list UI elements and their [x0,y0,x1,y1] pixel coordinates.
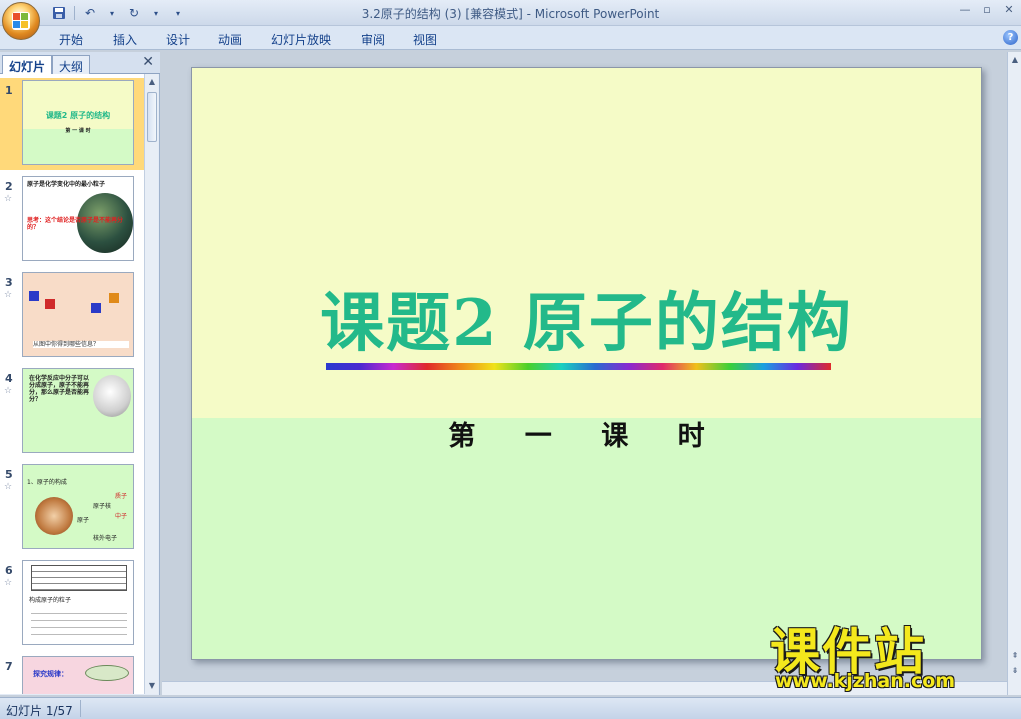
slide-thumbnail-4[interactable]: 4 ☆ 在化学反应中分子可以分成原子，原子不能再分，那么原子是否能再分？ [0,366,144,458]
slide-thumbnail-5[interactable]: 5 ☆ 1、原子的构成 原子 原子核 质子 中子 核外电子 [0,462,144,554]
label-atom: 原子 [77,517,90,524]
label-proton: 质子 [115,493,128,500]
thumbnail-text: 1、原子的构成 [27,479,67,486]
thumbnail-preview: 从图中你得到哪些信息？ [22,272,134,357]
thumbnail-preview: 课题2 原子的结构 第 一 课 时 [22,80,134,165]
status-separator [80,700,81,717]
thumbnail-number: 1 [5,84,13,97]
previous-slide-icon[interactable]: ⇞ [1009,649,1021,662]
editor-vertical-scrollbar[interactable]: ▲ ⇞ ⇟ [1007,52,1021,695]
atom-image [35,497,73,535]
thumbnail-number: 5 [5,468,13,481]
thumbnail-number: 6 [5,564,13,577]
thumbnail-question: 思考：这个结论是否原子是不能再分的？ [27,217,124,231]
pane-tabs: 幻灯片 大纲 ✕ [0,52,160,74]
thumbnail-list: 1 课题2 原子的结构 第 一 课 时 2 ☆ 原子是化学变化中的最小粒子 思考… [0,74,144,694]
thumbnail-text: 在化学反应中分子可以分成原子，原子不能再分，那么原子是否能再分？ [29,375,90,403]
callout-shape [85,665,129,681]
restore-icon[interactable]: ▫ [981,3,993,16]
animation-star-icon: ☆ [4,290,13,300]
minimize-icon[interactable]: — [959,3,971,16]
window-controls: — ▫ ✕ [959,3,1015,16]
thumbnail-text: 原子是化学变化中的最小粒子 [27,181,106,188]
thumbnail-number: 3 [5,276,13,289]
help-icon[interactable]: ? [1003,30,1018,45]
label-electron: 核外电子 [93,535,118,542]
diagram-block [109,293,119,303]
tab-animations[interactable]: 动画 [218,31,242,48]
tab-slides[interactable]: 幻灯片 [2,55,53,74]
slide-canvas[interactable]: 课题2 原子的结构 第 一 课 时 [191,67,982,660]
office-logo-icon [12,12,30,30]
scrollbar-thumb[interactable] [147,92,157,142]
thumbnail-preview: 探究规律： [22,656,134,694]
thumbnail-text: 探究规律： [33,670,68,678]
rainbow-divider [326,363,831,370]
animation-star-icon: ☆ [4,482,13,492]
thumbnail-preview: 在化学反应中分子可以分成原子，原子不能再分，那么原子是否能再分？ [22,368,134,453]
scroll-down-icon[interactable]: ▼ [146,679,158,692]
slides-pane: 幻灯片 大纲 ✕ 1 课题2 原子的结构 第 一 课 时 2 ☆ 原子是化学变化… [0,52,160,695]
thumbnail-number: 4 [5,372,13,385]
slide-thumbnail-7[interactable]: 7 探究规律： [0,654,144,694]
scroll-up-icon[interactable]: ▲ [1009,53,1021,66]
animation-star-icon: ☆ [4,386,13,396]
scroll-up-icon[interactable]: ▲ [146,75,158,88]
slide-thumbnail-1[interactable]: 1 课题2 原子的结构 第 一 课 时 [0,78,144,170]
slide-thumbnail-6[interactable]: 6 ☆ 构成原子的粒子 [0,558,144,650]
watermark-url: www.kjzhan.com [775,670,956,692]
close-icon[interactable]: ✕ [1003,3,1015,16]
tab-view[interactable]: 视图 [413,31,437,48]
title-bar: ↶ ▾ ↻ ▾ ▾ 3.2原子的结构 (3) [兼容模式] - Microsof… [0,0,1021,40]
thumbnail-preview: 原子是化学变化中的最小粒子 思考：这个结论是否原子是不能再分的？ [22,176,134,261]
label-nucleus: 原子核 [93,503,112,510]
thumbnail-number: 2 [5,180,13,193]
thumbnail-subtitle: 第 一 课 时 [65,128,91,134]
tab-slideshow[interactable]: 幻灯片放映 [271,31,331,48]
slide-thumbnail-2[interactable]: 2 ☆ 原子是化学变化中的最小粒子 思考：这个结论是否原子是不能再分的？ [0,174,144,266]
thumbnail-preview: 1、原子的构成 原子 原子核 质子 中子 核外电子 [22,464,134,549]
thumbnail-preview: 构成原子的粒子 [22,560,134,645]
diagram-block [45,299,55,309]
thumbnail-number: 7 [5,660,13,673]
label-neutron: 中子 [115,513,128,520]
data-table-image [31,565,127,591]
text-lines [31,607,127,641]
slide-thumbnail-3[interactable]: 3 ☆ 从图中你得到哪些信息？ [0,270,144,362]
sketch-image [93,375,131,417]
slide-title[interactable]: 课题2 原子的结构 [192,272,981,364]
tab-home[interactable]: 开始 [59,31,83,48]
office-button[interactable] [2,2,40,40]
tab-review[interactable]: 审阅 [361,31,385,48]
next-slide-icon[interactable]: ⇟ [1009,664,1021,677]
ribbon-tabs: 开始 插入 设计 动画 幻灯片放映 审阅 视图 ? [0,26,1021,50]
animation-star-icon: ☆ [4,194,13,204]
thumbnail-text: 构成原子的粒子 [29,597,72,604]
thumbnail-scrollbar[interactable]: ▲ ▼ [144,74,158,694]
thumbnail-text: 从图中你得到哪些信息？ [33,341,129,348]
animation-star-icon: ☆ [4,578,13,588]
window-title: 3.2原子的结构 (3) [兼容模式] - Microsoft PowerPoi… [361,7,660,21]
slide-counter: 幻灯片 1/57 [6,704,73,718]
thumbnail-title: 课题2 原子的结构 [45,111,111,120]
diagram-block [29,291,39,301]
tab-design[interactable]: 设计 [166,31,190,48]
status-bar: 幻灯片 1/57 [0,697,1021,719]
tab-insert[interactable]: 插入 [113,31,137,48]
pane-close-icon[interactable]: ✕ [142,54,154,70]
diagram-block [91,303,101,313]
tab-outline[interactable]: 大纲 [52,55,91,74]
slide-editor: 课题2 原子的结构 第 一 课 时 ▲ ⇞ ⇟ [162,52,1021,695]
slide-subtitle[interactable]: 第 一 课 时 [192,414,981,453]
